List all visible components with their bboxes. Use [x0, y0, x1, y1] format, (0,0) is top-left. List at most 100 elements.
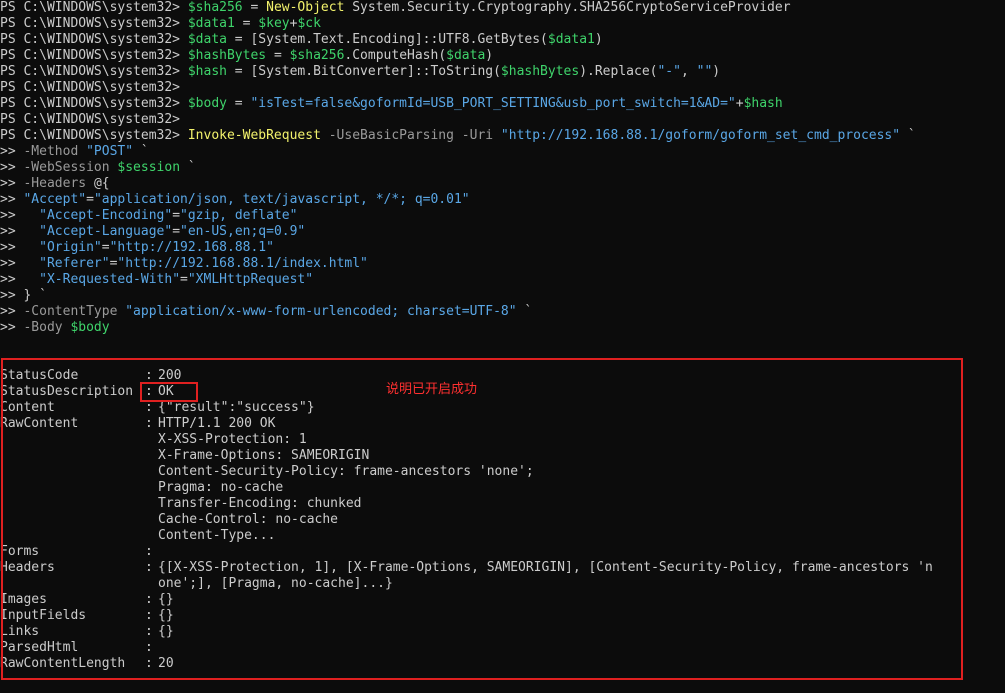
cmdlet: Invoke-WebRequest [187, 128, 321, 143]
continuation-line: >> "Referer"="http://192.168.88.1/index.… [0, 256, 368, 272]
operator: + [735, 96, 744, 111]
status-ok-highlight-box [140, 382, 198, 402]
continuation-prompt: >> [0, 256, 24, 271]
header-key: "Accept-Language" [39, 224, 173, 239]
operator: = [226, 32, 251, 47]
variable: $hashBytes [500, 64, 580, 79]
parameter: -Body [23, 320, 71, 335]
continuation-line: >> "Origin"="http://192.168.88.1" [0, 240, 274, 256]
continuation-line: >> -Body $body [0, 320, 110, 336]
variable: $hash [187, 64, 227, 79]
variable: $body [70, 320, 110, 335]
paren: ) [485, 48, 494, 63]
parameter: -WebSession [23, 160, 118, 175]
variable: $sha256 [187, 0, 243, 15]
line-continuation: ` [180, 160, 196, 175]
string: "application/x-www-form-urlencoded; char… [125, 304, 517, 319]
header-value: "http://192.168.88.1/index.html" [117, 256, 368, 271]
operator: = [226, 96, 251, 111]
variable: $key [258, 16, 290, 31]
line-continuation: ` [516, 304, 533, 319]
string: "-" [657, 64, 681, 79]
continuation-prompt: >> [0, 144, 24, 159]
paren: ) [594, 32, 603, 47]
operator: = [172, 208, 181, 223]
separator: , [680, 64, 697, 79]
hashtable-open: @{ [93, 176, 110, 191]
line-continuation: ` [133, 144, 149, 159]
prompt: PS C:\WINDOWS\system32> [0, 96, 188, 111]
operator: = [226, 64, 251, 79]
prompt-line: PS C:\WINDOWS\system32> $data = [System.… [0, 32, 603, 48]
continuation-prompt: >> [0, 160, 24, 175]
operator: = [266, 48, 290, 63]
expression: ).Replace( [579, 64, 658, 79]
expression: [System.BitConverter]::ToString( [250, 64, 501, 79]
prompt-line: PS C:\WINDOWS\system32> $hash = [System.… [0, 64, 720, 80]
annotation-note: 说明已开启成功 [386, 382, 478, 397]
prompt: PS C:\WINDOWS\system32> [0, 112, 188, 127]
header-key: "Referer" [39, 256, 110, 271]
prompt-line: PS C:\WINDOWS\system32> $data1 = $key+$c… [0, 16, 321, 32]
variable: $data1 [547, 32, 595, 47]
operator: = [101, 240, 110, 255]
prompt-line: PS C:\WINDOWS\system32> $sha256 = New-Ob… [0, 0, 791, 16]
prompt: PS C:\WINDOWS\system32> [0, 48, 188, 63]
prompt-line: PS C:\WINDOWS\system32> [0, 112, 188, 128]
prompt-line: PS C:\WINDOWS\system32> $body = "isTest=… [0, 96, 783, 112]
powershell-console[interactable]: PS C:\WINDOWS\system32> $sha256 = New-Ob… [0, 0, 1005, 693]
header-key: "Origin" [39, 240, 102, 255]
prompt: PS C:\WINDOWS\system32> [0, 0, 188, 15]
prompt: PS C:\WINDOWS\system32> [0, 64, 188, 79]
header-value: "application/json, text/javascript, */*;… [93, 192, 470, 207]
continuation-prompt: >> [0, 192, 24, 207]
parameter: -UseBasicParsing -Uri [320, 128, 501, 143]
prompt: PS C:\WINDOWS\system32> [0, 80, 188, 95]
continuation-prompt: >> [0, 176, 24, 191]
header-key: "Accept" [23, 192, 87, 207]
operator: = [180, 272, 188, 287]
variable: $hash [743, 96, 783, 111]
prompt: PS C:\WINDOWS\system32> [0, 32, 188, 47]
variable: $session [117, 160, 181, 175]
parameter: -Headers [23, 176, 94, 191]
continuation-prompt: >> [0, 304, 24, 319]
hashtable-close: } ` [23, 288, 47, 303]
continuation-line: >> "Accept"="application/json, text/java… [0, 192, 470, 208]
string: "isTest=false&goformId=USB_PORT_SETTING&… [250, 96, 736, 111]
variable: $hashBytes [187, 48, 267, 63]
continuation-prompt: >> [0, 208, 24, 223]
continuation-line: >> "Accept-Language"="en-US,en;q=0.9" [0, 224, 305, 240]
continuation-prompt: >> [0, 320, 24, 335]
continuation-line: >> -Headers @{ [0, 176, 110, 192]
prompt: PS C:\WINDOWS\system32> [0, 16, 188, 31]
continuation-prompt: >> [0, 240, 24, 255]
prompt-line: PS C:\WINDOWS\system32> [0, 80, 188, 96]
continuation-line: >> -Method "POST" ` [0, 144, 149, 160]
header-key: "X-Requested-With" [39, 272, 181, 287]
line-continuation: ` [900, 128, 916, 143]
output-highlight-box [1, 358, 963, 680]
paren: ) [712, 64, 721, 79]
expression: .ComputeHash( [344, 48, 447, 63]
parameter: -Method [23, 144, 87, 159]
continuation-prompt: >> [0, 288, 24, 303]
continuation-prompt: >> [0, 272, 24, 287]
operator: = [172, 224, 181, 239]
header-value: "XMLHttpRequest" [187, 272, 314, 287]
variable: $data [446, 48, 486, 63]
parameter: -ContentType [23, 304, 126, 319]
continuation-line: >> -ContentType "application/x-www-form-… [0, 304, 532, 320]
operator: = [234, 16, 259, 31]
prompt-line: PS C:\WINDOWS\system32> $hashBytes = $sh… [0, 48, 493, 64]
operator: = [86, 192, 94, 207]
cmdlet: New-Object [266, 0, 345, 15]
string: "" [696, 64, 713, 79]
header-value: "http://192.168.88.1" [109, 240, 274, 255]
prompt: PS C:\WINDOWS\system32> [0, 128, 188, 143]
header-key: "Accept-Encoding" [39, 208, 173, 223]
